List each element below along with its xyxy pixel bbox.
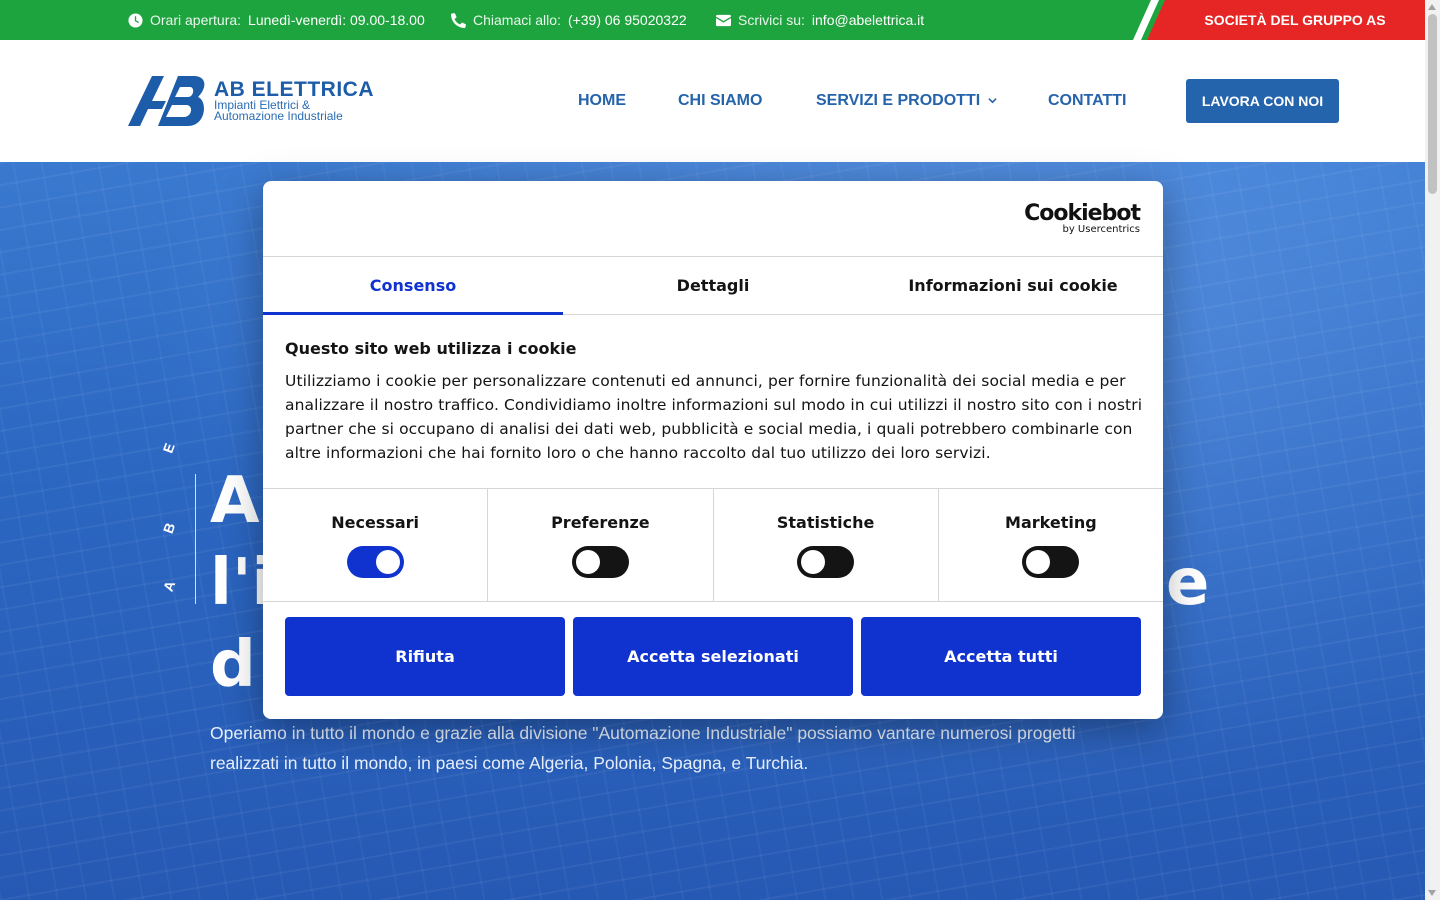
- toggle-preferenze[interactable]: [571, 546, 629, 578]
- logo-subtitle-line2: Automazione Industriale: [214, 109, 343, 123]
- dialog-body: Questo sito web utilizza i cookie Utiliz…: [285, 339, 1145, 465]
- dialog-heading: Questo sito web utilizza i cookie: [285, 339, 577, 358]
- toggle-label-preferenze: Preferenze: [551, 513, 650, 532]
- logo-title: AB ELETTRICA: [214, 78, 374, 101]
- hero-letter: B: [159, 520, 179, 536]
- chevron-down-icon: [988, 97, 997, 103]
- accetta-selezionati-button[interactable]: Accetta selezionati: [573, 617, 853, 696]
- hero-description: Operiamo in tutto il mondo e grazie alla…: [210, 723, 1076, 773]
- nav-home[interactable]: HOME: [578, 40, 626, 162]
- hero-letter: E: [159, 440, 178, 456]
- nav-contatti[interactable]: CONTATTI: [1048, 40, 1127, 162]
- site-header: AB ELETTRICA Impianti Elettrici & Automa…: [0, 40, 1425, 162]
- cookie-consent-dialog: Cookiebot by Usercentrics Consenso Detta…: [263, 181, 1163, 719]
- dialog-tabs: Consenso Dettagli Informazioni sui cooki…: [263, 257, 1163, 315]
- cookiebot-logo-subtext: by Usercentrics: [1062, 224, 1140, 235]
- toggle-knob: [1026, 550, 1051, 574]
- top-info-bar: Orari apertura: Lunedì-venerdì: 09.00-18…: [0, 0, 1425, 40]
- site-logo[interactable]: AB ELETTRICA Impianti Elettrici & Automa…: [128, 75, 374, 127]
- consent-toggles: Necessari Preferenze Statistiche Marketi…: [263, 488, 1163, 602]
- scrollbar-thumb[interactable]: [1428, 14, 1437, 194]
- toggle-label-statistiche: Statistiche: [776, 513, 875, 532]
- toggle-label-marketing: Marketing: [1005, 513, 1097, 532]
- phone-info[interactable]: Chiamaci allo: (+39) 06 95020322: [451, 0, 687, 40]
- tab-consenso[interactable]: Consenso: [263, 257, 563, 315]
- scroll-down-arrow-icon[interactable]: [1428, 890, 1436, 896]
- envelope-icon: [716, 14, 731, 26]
- hero-divider-line: [195, 474, 196, 604]
- toggle-cell-statistiche: Statistiche: [714, 489, 939, 601]
- email-info[interactable]: Scrivici su: info@abelettrica.it: [716, 0, 924, 40]
- nav-chi-siamo[interactable]: CHI SIAMO: [678, 40, 762, 162]
- group-badge-label[interactable]: SOCIETÀ DEL GRUPPO AS: [1147, 0, 1425, 40]
- opening-hours-value: Lunedì-venerdì: 09.00-18.00: [248, 12, 425, 28]
- accetta-tutti-button[interactable]: Accetta tutti: [861, 617, 1141, 696]
- tab-dettagli[interactable]: Dettagli: [563, 257, 863, 314]
- toggle-cell-marketing: Marketing: [939, 489, 1163, 601]
- dialog-description: Utilizziamo i cookie per personalizzare …: [285, 372, 1143, 462]
- email-address[interactable]: info@abelettrica.it: [812, 12, 924, 28]
- tab-informazioni-cookie[interactable]: Informazioni sui cookie: [863, 257, 1163, 314]
- logo-text: AB ELETTRICA Impianti Elettrici & Automa…: [214, 78, 374, 123]
- toggle-necessari[interactable]: [346, 546, 404, 578]
- opening-hours-label: Orari apertura:: [150, 12, 242, 28]
- opening-hours: Orari apertura: Lunedì-venerdì: 09.00-18…: [128, 0, 425, 40]
- hero-title-line2-tail: e: [1166, 546, 1210, 620]
- toggle-marketing[interactable]: [1022, 546, 1080, 578]
- page-scrollbar[interactable]: [1425, 0, 1440, 900]
- nav-servizi-prodotti-label: SERVIZI E PRODOTTI: [816, 92, 981, 109]
- toggle-knob: [375, 550, 400, 574]
- group-badge[interactable]: SOCIETÀ DEL GRUPPO AS: [1133, 0, 1425, 40]
- ab-logo-mark: [128, 76, 205, 126]
- cookiebot-logo-text: Cookiebot: [1024, 201, 1141, 226]
- toggle-label-necessari: Necessari: [331, 513, 420, 532]
- email-label: Scrivici su:: [738, 12, 805, 28]
- nav-servizi-prodotti[interactable]: SERVIZI E PRODOTTI: [816, 40, 998, 162]
- dialog-header: Cookiebot by Usercentrics: [263, 181, 1163, 257]
- cookiebot-logo: Cookiebot by Usercentrics: [1024, 201, 1141, 235]
- phone-number[interactable]: (+39) 06 95020322: [568, 12, 687, 28]
- lavora-con-noi-button[interactable]: LAVORA CON NOI: [1186, 79, 1339, 123]
- hero-letter: A: [159, 578, 179, 594]
- toggle-statistiche[interactable]: [797, 546, 855, 578]
- toggle-cell-necessari: Necessari: [263, 489, 489, 601]
- rifiuta-button[interactable]: Rifiuta: [285, 617, 565, 696]
- toggle-knob: [801, 550, 826, 574]
- toggle-knob: [575, 550, 600, 574]
- phone-icon: [451, 12, 466, 28]
- dialog-buttons: Rifiuta Accetta selezionati Accetta tutt…: [285, 617, 1141, 696]
- phone-label: Chiamaci allo:: [473, 12, 561, 28]
- clock-icon: [128, 12, 143, 28]
- toggle-cell-preferenze: Preferenze: [488, 489, 714, 601]
- hero-vertical-letters: E B A: [160, 434, 180, 594]
- scroll-up-arrow-icon[interactable]: [1428, 4, 1436, 10]
